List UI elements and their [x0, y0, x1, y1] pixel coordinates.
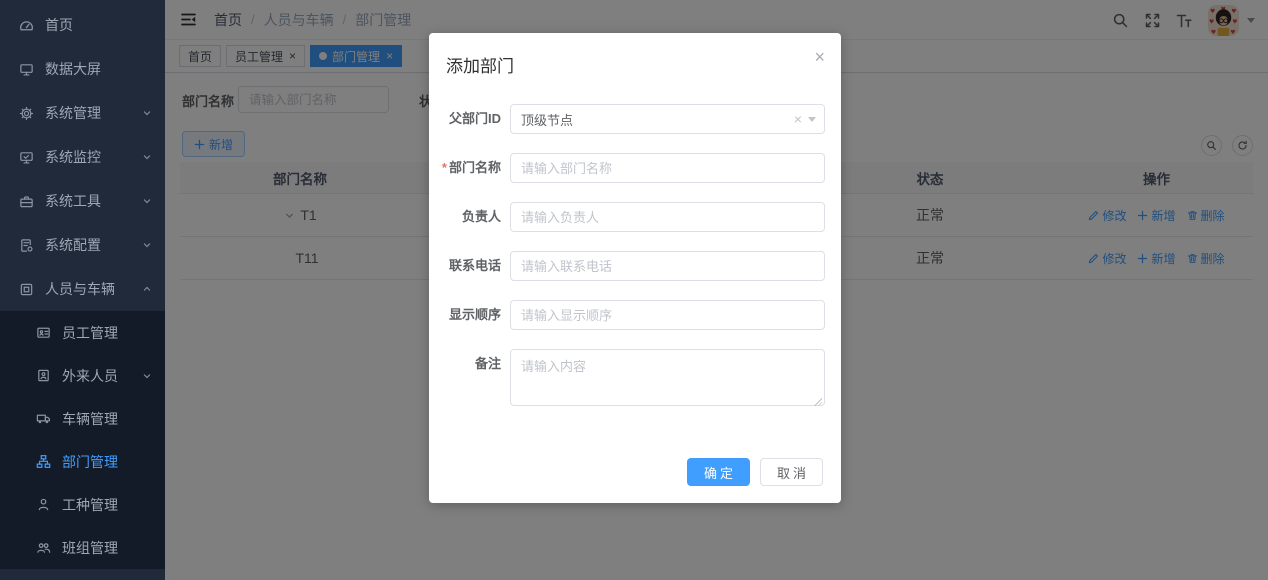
- people-vehicle-icon: [19, 282, 34, 297]
- dept-name-label-text: 部门名称: [449, 160, 501, 175]
- sidebar-item-label: 部门管理: [62, 452, 153, 472]
- form-row-order: 显示顺序: [429, 300, 841, 330]
- sidebar-item-label: 系统管理: [45, 103, 141, 123]
- chevron-down-icon: [141, 370, 153, 382]
- dept-form: 父部门ID 顶级节点 × *部门名称 负责人 联系电话 显示顺序 备注: [429, 104, 841, 430]
- sidebar-item-label: 系统配置: [45, 235, 141, 255]
- select-caret-icon[interactable]: [808, 117, 816, 126]
- form-row-name: *部门名称: [429, 153, 841, 183]
- dialog-footer: 确定 取消: [687, 458, 823, 486]
- chevron-down-icon: [141, 239, 153, 251]
- add-dept-dialog: 添加部门 × 父部门ID 顶级节点 × *部门名称 负责人 联系电话 显示顺序: [429, 33, 841, 503]
- sidebar-item-dept-mgmt[interactable]: 部门管理: [0, 440, 165, 483]
- sidebar-item-label: 系统监控: [45, 147, 141, 167]
- gear-icon: [19, 106, 34, 121]
- sidebar-item-label: 首页: [45, 15, 153, 35]
- sidebar-item-jobtype-mgmt[interactable]: 工种管理: [0, 483, 165, 526]
- parent-dept-value: 顶级节点: [521, 110, 794, 129]
- config-icon: [19, 238, 34, 253]
- sidebar-submenu-people-vehicles: 员工管理 外来人员 车辆管理 部门管理 工种管理 班组管理: [0, 311, 165, 569]
- sidebar-item-label: 车辆管理: [62, 409, 153, 429]
- sidebar-item-label: 班组管理: [62, 538, 153, 558]
- select-clear-icon[interactable]: ×: [794, 111, 802, 127]
- sidebar-item-team-mgmt[interactable]: 班组管理: [0, 526, 165, 569]
- remark-label: 备注: [429, 349, 501, 379]
- toolbox-icon: [19, 194, 34, 209]
- dialog-title: 添加部门: [446, 52, 514, 77]
- sidebar-item-people-vehicles[interactable]: 人员与车辆: [0, 267, 165, 311]
- screen-icon: [19, 62, 34, 77]
- worker-icon: [36, 497, 51, 512]
- sidebar-item-label: 人员与车辆: [45, 279, 141, 299]
- dept-name-label: *部门名称: [429, 153, 501, 183]
- truck-icon: [36, 411, 51, 426]
- dashboard-icon: [19, 18, 34, 33]
- form-row-remark: 备注: [429, 349, 841, 411]
- form-row-phone: 联系电话: [429, 251, 841, 281]
- required-mark: *: [442, 160, 447, 175]
- dept-name-input[interactable]: [510, 153, 825, 183]
- chevron-down-icon: [141, 195, 153, 207]
- chevron-down-icon: [141, 151, 153, 163]
- sidebar-item-system-mgmt[interactable]: 系统管理: [0, 91, 165, 135]
- sidebar-item-label: 数据大屏: [45, 59, 153, 79]
- parent-dept-select[interactable]: 顶级节点 ×: [510, 104, 825, 134]
- sidebar-item-system-config[interactable]: 系统配置: [0, 223, 165, 267]
- sidebar-item-label: 外来人员: [62, 366, 141, 386]
- sidebar-item-label: 工种管理: [62, 495, 153, 515]
- org-tree-icon: [36, 454, 51, 469]
- dialog-close-icon[interactable]: ×: [814, 48, 825, 66]
- textarea-resize-handle[interactable]: [813, 397, 822, 406]
- chevron-up-icon: [141, 283, 153, 295]
- display-order-label: 显示顺序: [429, 300, 501, 330]
- display-order-input[interactable]: [510, 300, 825, 330]
- id-card-icon: [36, 325, 51, 340]
- leader-input[interactable]: [510, 202, 825, 232]
- visitor-icon: [36, 368, 51, 383]
- sidebar-item-visitor-mgmt[interactable]: 外来人员: [0, 354, 165, 397]
- leader-label: 负责人: [429, 202, 501, 232]
- parent-dept-label: 父部门ID: [429, 104, 501, 134]
- phone-input[interactable]: [510, 251, 825, 281]
- sidebar-item-label: 员工管理: [62, 323, 153, 343]
- sidebar-item-vehicle-mgmt[interactable]: 车辆管理: [0, 397, 165, 440]
- sidebar: 首页 数据大屏 系统管理 系统监控 系统工具 系统配置 人员与车辆: [0, 0, 165, 580]
- chevron-down-icon: [141, 107, 153, 119]
- sidebar-item-system-monitor[interactable]: 系统监控: [0, 135, 165, 179]
- monitor-icon: [19, 150, 34, 165]
- remark-textarea[interactable]: [510, 349, 825, 406]
- sidebar-item-system-tools[interactable]: 系统工具: [0, 179, 165, 223]
- team-icon: [36, 540, 51, 555]
- cancel-button[interactable]: 取消: [760, 458, 823, 486]
- sidebar-item-employee-mgmt[interactable]: 员工管理: [0, 311, 165, 354]
- phone-label: 联系电话: [429, 251, 501, 281]
- sidebar-item-datascreen[interactable]: 数据大屏: [0, 47, 165, 91]
- confirm-button[interactable]: 确定: [687, 458, 750, 486]
- sidebar-item-label: 系统工具: [45, 191, 141, 211]
- form-row-leader: 负责人: [429, 202, 841, 232]
- sidebar-item-home[interactable]: 首页: [0, 3, 165, 47]
- form-row-parent: 父部门ID 顶级节点 ×: [429, 104, 841, 134]
